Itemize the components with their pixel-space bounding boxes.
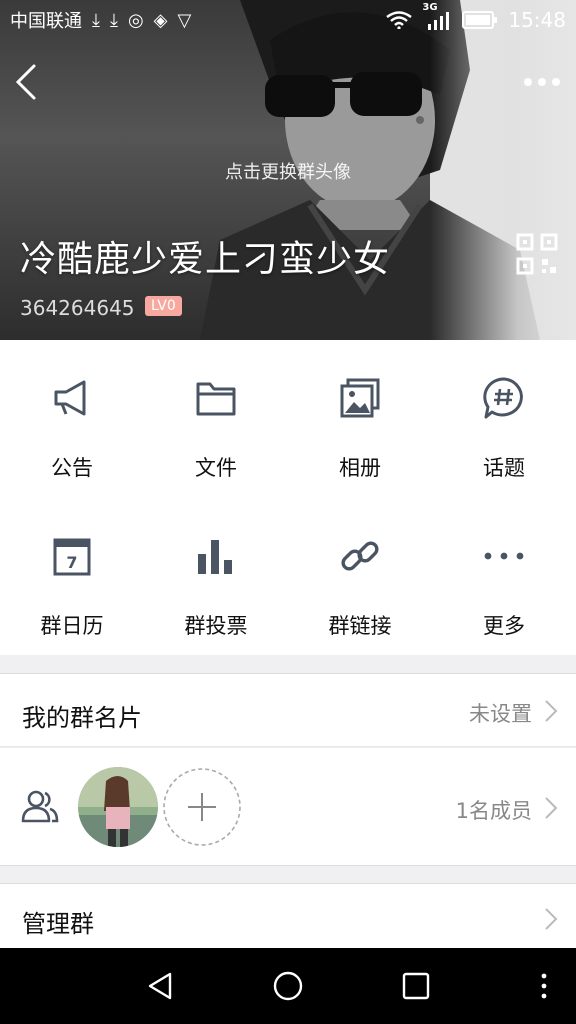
member-avatar[interactable] [78, 767, 158, 847]
grid-label: 群投票 [184, 614, 248, 638]
grid-item-topic[interactable]: 话题 [432, 340, 576, 480]
grid-label: 更多 [483, 614, 525, 638]
group-header[interactable]: 中国联通 ⤓ ⤓ ◎ ◈ ▽ 3G 15:48 点击更换群头像 冷酷鹿少爱上刁蛮… [0, 0, 576, 340]
my-group-card-title: 我的群名片 [22, 704, 142, 732]
grid-item-vote[interactable]: 群投票 [144, 498, 288, 638]
manage-group-title: 管理群 [22, 910, 94, 938]
vote-bars-icon [198, 540, 232, 574]
group-id: 364264645 [20, 296, 135, 320]
grid-label: 公告 [51, 456, 93, 480]
vpn-shield-icon: ◈ [153, 9, 168, 31]
calendar-icon: 7 [53, 538, 91, 576]
more-dots-icon [484, 552, 524, 560]
nav-back-button[interactable] [144, 970, 176, 1002]
change-avatar-hint[interactable]: 点击更换群头像 [0, 158, 576, 184]
feature-grid: 公告 文件 相册 话题 7 群日历 群投票 群链接 更多 [0, 340, 576, 655]
clock: 15:48 [508, 8, 566, 32]
grid-item-files[interactable]: 文件 [144, 340, 288, 480]
battery-icon [462, 11, 498, 29]
manage-group-row[interactable]: 管理群 [0, 883, 576, 948]
nav-recents-button[interactable] [400, 970, 432, 1002]
grid-label: 群日历 [40, 614, 104, 638]
system-nav-bar [0, 948, 576, 1024]
add-member-button[interactable] [162, 767, 242, 847]
download-icon: ⤓ [92, 9, 100, 31]
album-icon [340, 378, 380, 418]
nav-menu-button[interactable] [539, 972, 549, 1000]
grid-item-calendar[interactable]: 7 群日历 [0, 498, 144, 638]
link-icon [341, 541, 379, 571]
my-group-card-row[interactable]: 我的群名片 未设置 [0, 673, 576, 747]
chevron-right-icon [545, 908, 558, 930]
wifi-icon [386, 11, 413, 29]
shield-icon: ▽ [177, 9, 192, 31]
chevron-right-icon [545, 700, 558, 722]
megaphone-icon [54, 380, 86, 416]
calendar-day: 7 [66, 553, 77, 572]
group-name: 冷酷鹿少爱上刁蛮少女 [20, 239, 391, 280]
carrier-name: 中国联通 [10, 11, 82, 32]
grid-item-album[interactable]: 相册 [288, 340, 432, 480]
status-bar: 中国联通 ⤓ ⤓ ◎ ◈ ▽ 3G 15:48 [0, 0, 576, 40]
nav-home-button[interactable] [272, 970, 304, 1002]
more-options-button[interactable] [520, 70, 564, 94]
folder-icon [196, 382, 236, 416]
topic-hash-icon [483, 377, 523, 419]
back-button[interactable] [10, 60, 42, 104]
chevron-right-icon [545, 797, 558, 819]
grid-item-more[interactable]: 更多 [432, 498, 576, 638]
grid-item-announcement[interactable]: 公告 [0, 340, 144, 480]
grid-label: 话题 [483, 456, 525, 480]
members-icon [21, 790, 59, 823]
grid-label: 文件 [195, 456, 237, 480]
level-badge: LV0 [145, 296, 182, 316]
signal-icon [428, 12, 450, 30]
member-count: 1名成员 [455, 799, 532, 823]
grid-label: 群链接 [328, 614, 392, 638]
grid-item-link[interactable]: 群链接 [288, 498, 432, 638]
sync-icon: ◎ [127, 9, 144, 31]
qr-code-button[interactable] [516, 233, 558, 275]
download-icon: ⤓ [109, 9, 118, 31]
my-group-card-value: 未设置 [469, 702, 532, 726]
grid-label: 相册 [339, 456, 381, 480]
members-row[interactable]: 1名成员 [0, 748, 576, 866]
